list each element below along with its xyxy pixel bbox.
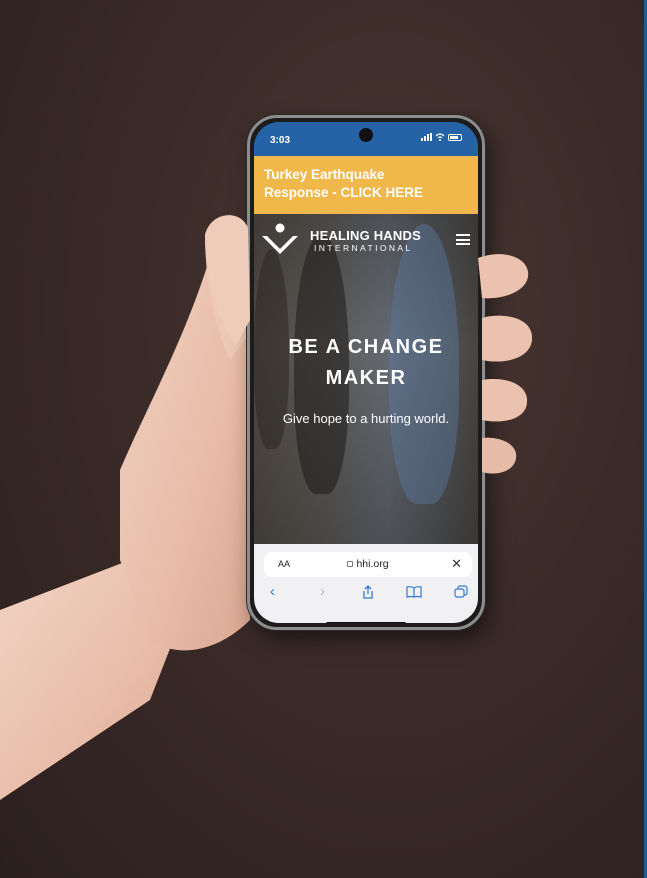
hand-fingers <box>205 215 532 474</box>
